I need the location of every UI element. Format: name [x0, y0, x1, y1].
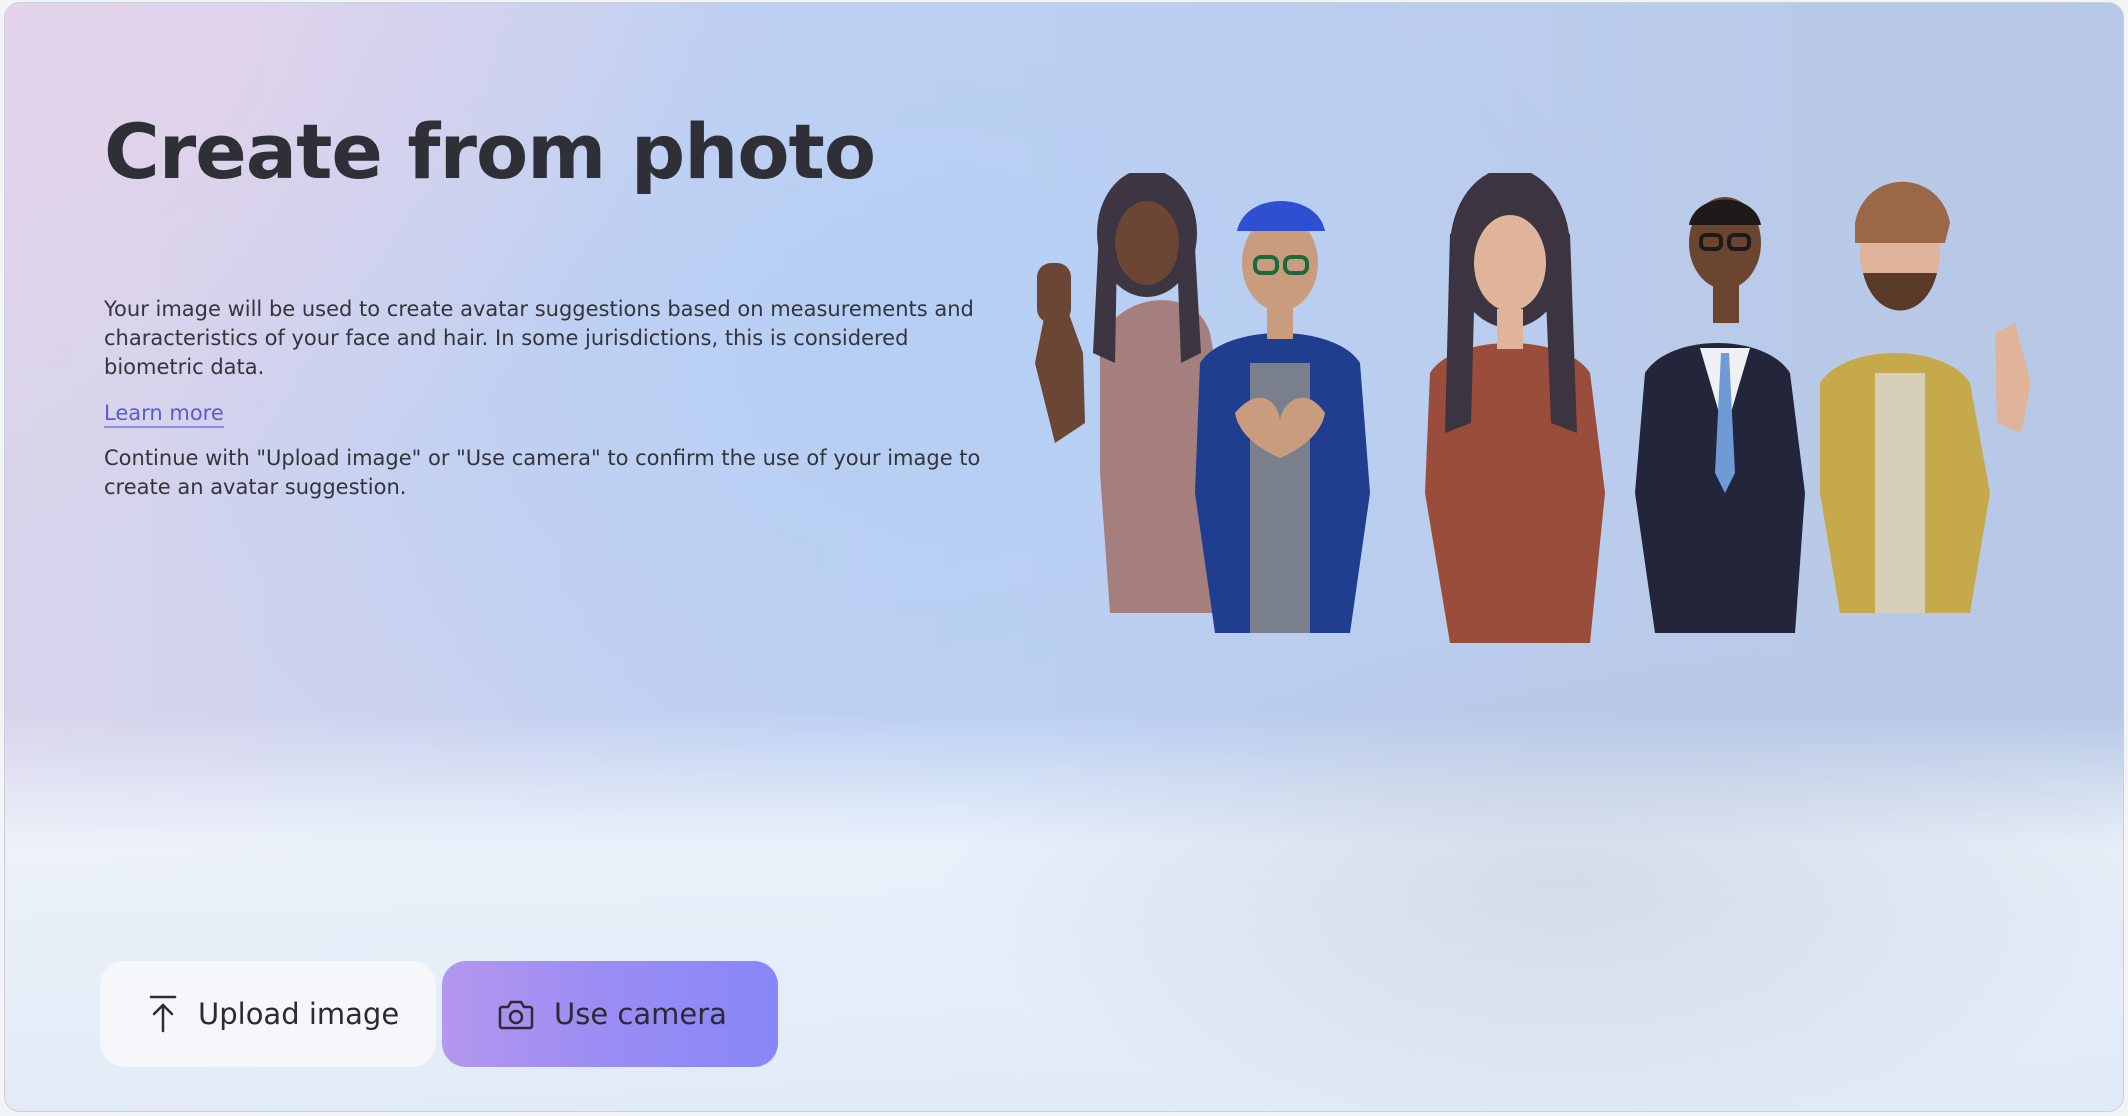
upload-arrow-icon — [148, 994, 178, 1034]
use-camera-label: Use camera — [554, 997, 727, 1031]
biometric-description: Your image will be used to create avatar… — [104, 297, 974, 379]
avatar-woman-long-hair — [1425, 173, 1605, 643]
avatar-man-suit — [1635, 197, 1805, 633]
learn-more-link[interactable]: Learn more — [104, 401, 224, 428]
avatars-illustration — [1035, 173, 2031, 643]
camera-icon — [498, 998, 534, 1030]
avatar-bearded-man — [1820, 181, 2031, 613]
avatar-blue-cap — [1195, 201, 1370, 633]
use-camera-button[interactable]: Use camera — [442, 961, 778, 1067]
upload-image-button[interactable]: Upload image — [100, 961, 436, 1067]
upload-image-label: Upload image — [198, 997, 400, 1031]
page-title: Create from photo — [104, 107, 876, 196]
confirm-text: Continue with "Upload image" or "Use cam… — [104, 446, 981, 499]
create-from-photo-window: Create from photo Your image will be use… — [4, 2, 2124, 1112]
